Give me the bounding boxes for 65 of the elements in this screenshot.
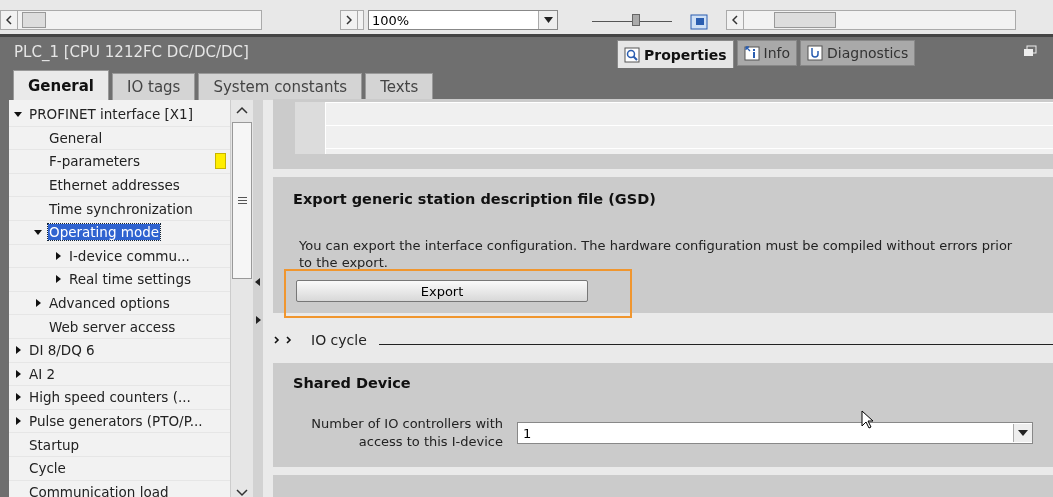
inspector-tab[interactable]: Diagnostics	[800, 40, 916, 66]
tree-item[interactable]: PROFINET interface [X1]	[28, 106, 194, 123]
horizontal-scrollbar[interactable]	[0, 10, 262, 30]
slider-thumb[interactable]	[632, 14, 640, 26]
scroll-thumb[interactable]	[232, 122, 252, 279]
collapsed-triangle-icon[interactable]	[13, 345, 23, 356]
zoom-dropdown[interactable]: 100%	[368, 10, 558, 30]
tree-item[interactable]: F-parameters	[48, 153, 141, 170]
tree-item[interactable]: Cycle	[28, 460, 67, 477]
tree-item[interactable]: Ethernet addresses	[48, 177, 181, 194]
tree-item[interactable]: General	[48, 129, 104, 146]
scroll-thumb[interactable]	[22, 12, 46, 28]
collapsed-triangle-icon[interactable]	[13, 392, 23, 403]
section-heading: Export generic station description file (GSD)	[293, 191, 657, 207]
tree-item[interactable]: Advanced options	[48, 295, 171, 312]
scroll-right-button[interactable]	[340, 10, 364, 30]
tab[interactable]: IO tags	[112, 73, 196, 100]
scroll-down-icon[interactable]	[236, 489, 248, 497]
tree-item[interactable]: AI 2	[28, 365, 57, 382]
restore-icon[interactable]	[1023, 45, 1037, 57]
inspector-title: PLC_1 [CPU 1212FC DC/DC/DC]	[14, 43, 249, 61]
controllers-dropdown[interactable]: 1	[517, 422, 1033, 444]
tree-item[interactable]: Communication load	[28, 483, 170, 497]
tree-item[interactable]: I-device commu...	[68, 247, 191, 264]
collapse-left-icon[interactable]	[255, 278, 261, 286]
tree-item[interactable]: Time synchronization	[48, 200, 194, 217]
collapsed-triangle-icon[interactable]	[13, 368, 23, 379]
export-button[interactable]: Export	[296, 280, 588, 302]
scroll-left-icon[interactable]	[6, 15, 12, 25]
tab[interactable]: System constants	[198, 73, 363, 100]
vertical-scrollbar[interactable]	[230, 100, 253, 497]
tree-item[interactable]: Operating mode	[48, 224, 161, 241]
grip-icon	[237, 197, 247, 204]
field-label: Number of IO controllers with access to this I-device	[310, 415, 503, 451]
double-chevron-icon[interactable]	[273, 335, 293, 345]
tree-item[interactable]: High speed counters (...	[28, 389, 192, 406]
collapsed-triangle-icon[interactable]	[53, 250, 63, 261]
scroll-up-icon[interactable]	[236, 106, 248, 114]
diagnostics-icon	[807, 45, 824, 61]
inspector-tab[interactable]: Info	[736, 40, 798, 66]
scroll-thumb[interactable]	[774, 12, 836, 28]
tab[interactable]: General	[13, 70, 109, 100]
tree-item[interactable]: Real time settings	[68, 271, 193, 288]
mouse-pointer-icon	[861, 410, 875, 430]
collapsed-triangle-icon[interactable]	[53, 274, 63, 285]
fit-view-icon[interactable]	[690, 14, 708, 30]
section-heading: Shared Device	[293, 375, 412, 391]
tree-item[interactable]: Startup	[28, 436, 81, 453]
tree-item[interactable]: DI 8/DQ 6	[28, 342, 96, 359]
scroll-left-icon[interactable]	[732, 15, 738, 25]
section-title: IO cycle	[311, 332, 367, 348]
collapse-right-icon[interactable]	[255, 316, 261, 324]
collapsed-triangle-icon[interactable]	[33, 298, 43, 309]
info-icon	[743, 45, 760, 61]
description-text: You can export the interface configuration. The hardware configuration must be compiled without errors prior to the export.	[299, 237, 1014, 271]
tab[interactable]: Texts	[365, 73, 434, 100]
dropdown-arrow-icon	[543, 17, 553, 23]
horizontal-scrollbar[interactable]	[726, 10, 1016, 30]
tree-item[interactable]: Web server access	[48, 318, 177, 335]
magnifier-icon	[624, 46, 640, 63]
dropdown-arrow-icon	[1018, 430, 1028, 436]
tree-item[interactable]: Pulse generators (PTO/P...	[28, 413, 204, 429]
scroll-right-icon	[346, 15, 352, 25]
inspector-tab[interactable]: Properties	[617, 40, 734, 68]
collapsed-triangle-icon[interactable]	[13, 416, 23, 426]
